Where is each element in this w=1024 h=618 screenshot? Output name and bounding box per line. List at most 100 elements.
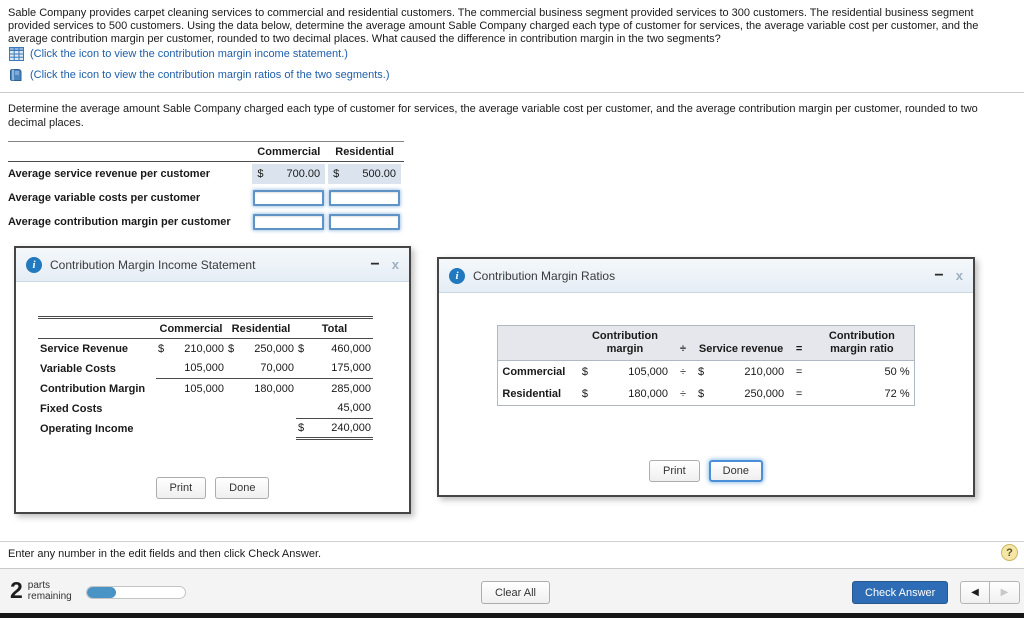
row-label: Commercial (497, 360, 578, 383)
equals-symbol: = (788, 360, 811, 383)
progress-bar (86, 586, 186, 599)
row-label: Service Revenue (40, 342, 129, 355)
total-column-header: Total (296, 317, 373, 339)
minimize-button[interactable]: − (370, 256, 379, 272)
print-button[interactable]: Print (155, 477, 207, 499)
parts-label: parts remaining (27, 579, 72, 602)
window-header: i Contribution Margin Ratios − x (439, 259, 973, 293)
contribution-margin-commercial-input[interactable] (253, 214, 325, 230)
operating-income-row: Operating Income $ 240,000 (38, 418, 373, 440)
row-label: Average contribution margin per customer (8, 216, 231, 228)
ledger-book-icon[interactable] (8, 68, 24, 83)
empty-header-cell (38, 317, 156, 339)
minimize-button[interactable]: − (934, 267, 943, 283)
row-label: Fixed Costs (40, 402, 103, 415)
close-button[interactable]: x (956, 268, 963, 283)
window-title: Contribution Margin Income Statement (50, 257, 256, 272)
value: 250,000 (254, 342, 294, 355)
ratios-link-row: (Click the icon to view the contribution… (8, 67, 390, 83)
variable-costs-commercial-input[interactable] (253, 190, 325, 206)
currency-symbol: $ (577, 360, 592, 383)
income-statement-link[interactable]: (Click the icon to view the contribution… (30, 48, 348, 60)
row-label: Operating Income (40, 422, 134, 435)
value: 250,000 (708, 383, 789, 406)
info-icon: i (26, 256, 42, 273)
section-divider (0, 92, 1024, 93)
residential-column-header: Residential (335, 145, 394, 158)
value: 210,000 (708, 360, 789, 383)
value: 105,000 (169, 358, 226, 379)
value: 105,000 (184, 382, 224, 395)
spreadsheet-icon[interactable] (8, 47, 24, 62)
contribution-margin-column-header: Contribution margin (577, 325, 672, 361)
divide-symbol: ÷ (672, 325, 694, 361)
progress-fill (87, 587, 117, 598)
equals-symbol: = (788, 383, 811, 406)
window-header: i Contribution Margin Income Statement −… (16, 248, 409, 282)
answer-table: Commercial Residential Average service r… (8, 141, 404, 234)
currency-symbol: $ (577, 383, 592, 406)
print-button[interactable]: Print (649, 460, 700, 482)
currency-symbol: $ (333, 168, 340, 180)
answer-table-header: Commercial Residential (8, 141, 404, 162)
row-label: Contribution Margin (40, 382, 146, 395)
page: Sable Company provides carpet cleaning s… (0, 0, 1024, 618)
income-statement-window: i Contribution Margin Income Statement −… (14, 246, 411, 514)
window-buttons: Print Done (16, 477, 409, 499)
divide-symbol: ÷ (672, 383, 694, 406)
value: 700.00 (286, 168, 321, 180)
value: 70,000 (239, 358, 296, 379)
table-header-row: Contribution margin ÷ Service revenue = … (497, 325, 915, 361)
contribution-margin-row: Average contribution margin per customer (8, 210, 404, 234)
value: 175,000 (309, 358, 373, 379)
variable-costs-residential-input[interactable] (329, 190, 401, 206)
window-controls: − x (370, 256, 399, 272)
row-label: Variable Costs (40, 362, 116, 375)
close-button[interactable]: x (392, 257, 399, 272)
done-button[interactable]: Done (215, 477, 270, 499)
parts-remaining: 2 parts remaining (10, 577, 72, 604)
variable-costs-row: Variable Costs 105,000 70,000 175,000 (38, 358, 373, 379)
window-title: Contribution Margin Ratios (473, 268, 616, 283)
residential-row: Residential $ 180,000 ÷ $ 250,000 = 72 % (497, 383, 915, 406)
income-statement-table: Commercial Residential Total Service Rev… (38, 316, 373, 440)
info-icon: i (449, 267, 465, 284)
variable-costs-row: Average variable costs per customer (8, 186, 404, 210)
problem-statement: Sable Company provides carpet cleaning s… (8, 7, 979, 45)
value: 240,000 (309, 418, 373, 440)
check-answer-button[interactable]: Check Answer (852, 581, 949, 604)
help-button[interactable]: ? (1001, 544, 1018, 561)
done-button[interactable]: Done (708, 460, 763, 482)
service-revenue-row: Average service revenue per customer $ 7… (8, 162, 404, 186)
ratios-link[interactable]: (Click the icon to view the contribution… (30, 69, 390, 81)
commercial-row: Commercial $ 105,000 ÷ $ 210,000 = 50 % (497, 360, 915, 383)
ratios-table: Contribution margin ÷ Service revenue = … (497, 325, 915, 406)
window-controls: − x (934, 267, 963, 283)
divide-symbol: ÷ (672, 360, 694, 383)
service-revenue-residential-value: $ 500.00 (328, 164, 401, 184)
clear-all-button[interactable]: Clear All (481, 581, 550, 604)
value: 180,000 (254, 382, 294, 395)
ratio-value: 50 % (810, 360, 915, 383)
fixed-costs-row: Fixed Costs 45,000 (38, 398, 373, 419)
currency-symbol: $ (694, 383, 709, 406)
next-question-button[interactable]: ▶ (990, 581, 1020, 604)
value: 500.00 (362, 168, 396, 180)
footer-divider (0, 541, 1024, 542)
service-revenue-row: Service Revenue $ 210,000 $ 250,000 $ 46… (38, 339, 373, 359)
currency-symbol: $ (228, 342, 235, 355)
task-instruction: Determine the average amount Sable Compa… (8, 103, 978, 129)
ratios-window: i Contribution Margin Ratios − x Contrib… (437, 257, 975, 497)
commercial-column-header: Commercial (156, 317, 226, 339)
contribution-margin-row: Contribution Margin 105,000 180,000 285,… (38, 379, 373, 399)
contribution-margin-residential-input[interactable] (329, 214, 401, 230)
previous-question-button[interactable]: ◀ (960, 581, 990, 604)
row-label: Average variable costs per customer (8, 192, 201, 204)
currency-symbol: $ (158, 342, 165, 355)
value: 45,000 (309, 398, 373, 419)
service-revenue-commercial-value: $ 700.00 (252, 164, 326, 184)
service-revenue-column-header: Service revenue (694, 325, 789, 361)
income-statement-link-row: (Click the icon to view the contribution… (8, 46, 348, 62)
ratio-value: 72 % (810, 383, 915, 406)
residential-column-header: Residential (226, 317, 296, 339)
